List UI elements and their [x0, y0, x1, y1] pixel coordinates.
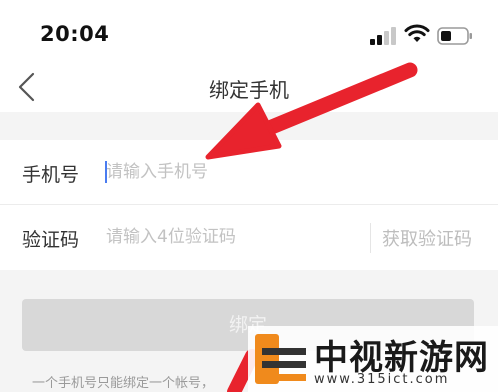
section-spacer [0, 112, 498, 140]
site-logo-icon [255, 334, 306, 384]
code-row: 验证码 获取验证码 [0, 205, 498, 271]
phone-row: 手机号 [0, 140, 498, 205]
battery-icon [437, 27, 472, 45]
nav-bar: 绑定手机 [0, 64, 498, 112]
code-label: 验证码 [22, 229, 80, 251]
binding-note: 一个手机号只能绑定一个帐号， [32, 376, 215, 391]
page-title: 绑定手机 [209, 78, 289, 102]
phone-label: 手机号 [22, 164, 80, 186]
cellular-signal-icon [370, 27, 396, 45]
phone-input[interactable] [106, 157, 406, 187]
text-cursor [105, 161, 107, 183]
divider [370, 223, 371, 253]
verification-code-input[interactable] [106, 222, 361, 252]
bind-phone-form: 手机号 验证码 获取验证码 [0, 140, 498, 271]
get-code-button[interactable]: 获取验证码 [382, 225, 472, 251]
watermark-url: www.315ict.com [314, 372, 450, 387]
watermark: 中视新游网 www.315ict.com [248, 326, 498, 392]
status-bar: 20:04 [0, 0, 498, 64]
wifi-icon [404, 24, 430, 42]
status-time: 20:04 [40, 22, 110, 46]
